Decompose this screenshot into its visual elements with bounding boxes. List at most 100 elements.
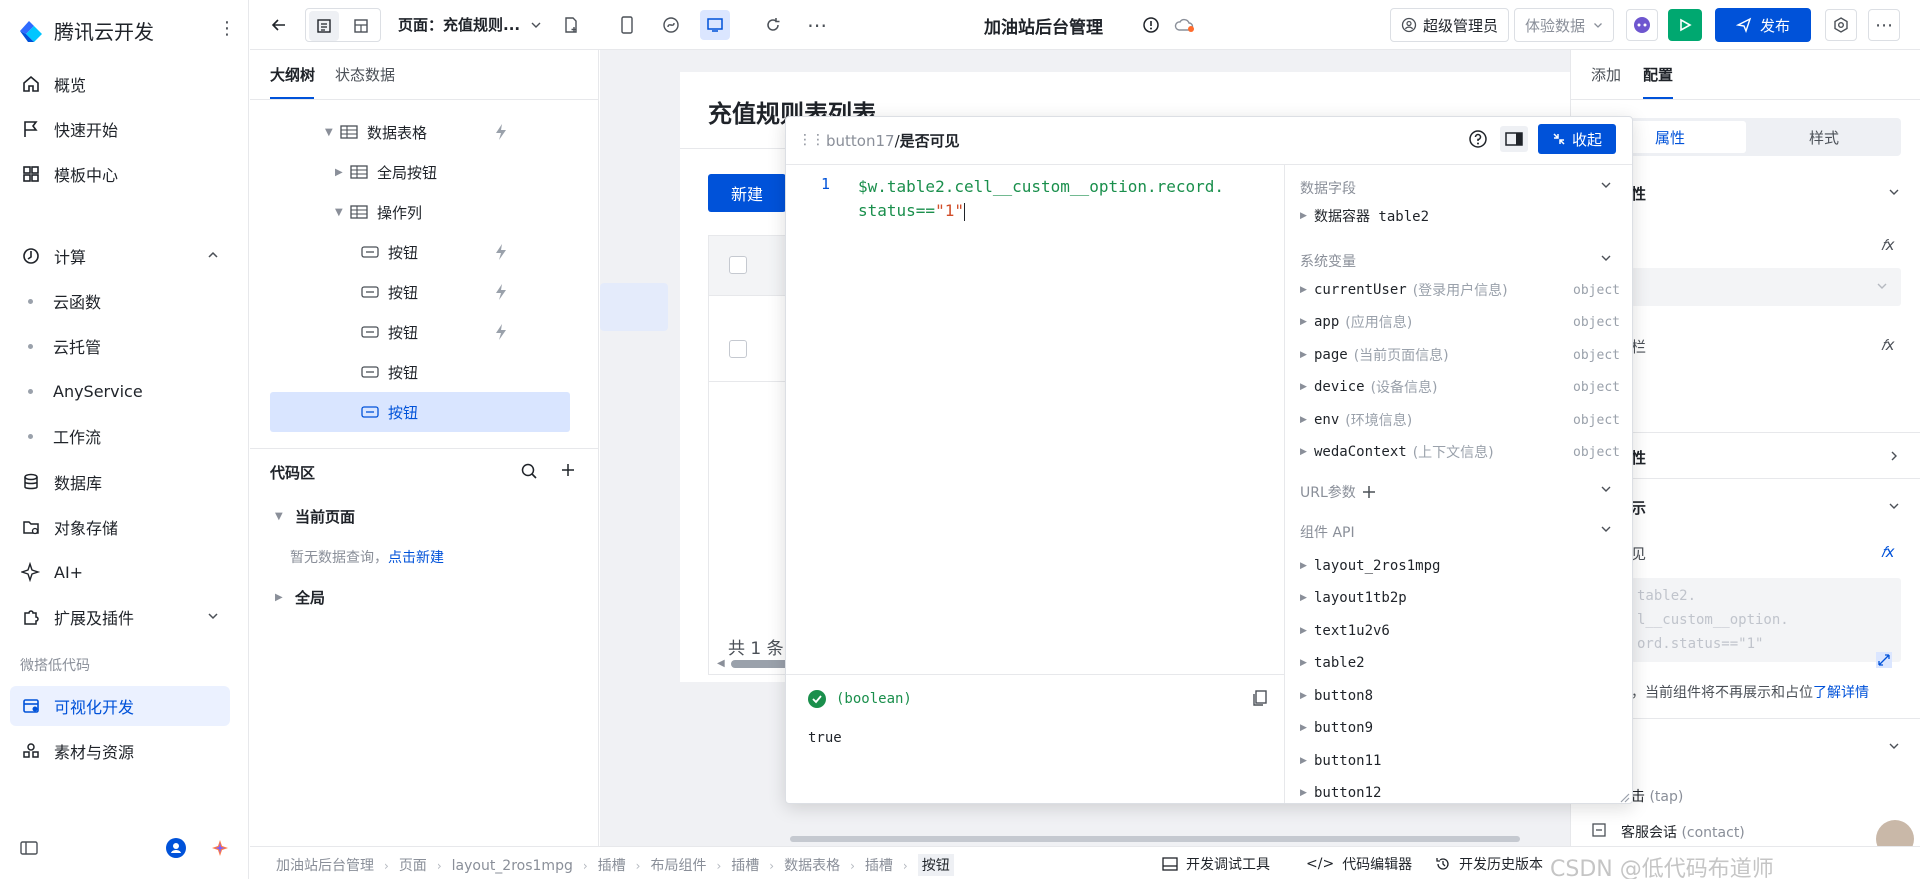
dev-debug-tool[interactable]: 开发调试工具 xyxy=(1162,854,1270,874)
nav-ai[interactable]: AI+ xyxy=(10,552,230,592)
nav-sub-cloud-functions[interactable]: 云函数 xyxy=(28,281,101,321)
breadcrumb-item[interactable]: 插槽 xyxy=(731,855,759,875)
copy-icon[interactable] xyxy=(1251,689,1269,707)
user-avatar-icon[interactable] xyxy=(166,838,186,858)
preview-run-icon[interactable] xyxy=(1668,9,1702,41)
toggle-sidebar-icon[interactable] xyxy=(1500,126,1528,152)
chevron-down-icon[interactable] xyxy=(1600,483,1612,495)
var-device[interactable]: ▶ device (设备信息) object xyxy=(1300,372,1620,402)
page-selector[interactable]: 页面：充值规则... xyxy=(398,14,542,35)
layout-panel-icon[interactable] xyxy=(346,11,376,41)
more-options-icon[interactable]: ⋯ xyxy=(1868,9,1900,41)
info-alert-icon[interactable] xyxy=(1136,10,1166,40)
tree-node-button[interactable]: 按钮 xyxy=(360,313,418,351)
chevron-down-icon[interactable] xyxy=(1600,252,1612,264)
nav-database[interactable]: 数据库 xyxy=(10,462,230,502)
fx-icon[interactable]: 𝑓x xyxy=(1881,543,1895,561)
chevron-right-icon[interactable] xyxy=(1888,450,1900,462)
breadcrumb-item[interactable]: 数据表格 xyxy=(784,855,840,875)
more-vertical-icon[interactable]: ⋮ xyxy=(218,20,236,38)
config-select[interactable] xyxy=(1631,268,1901,306)
canvas-horizontal-scrollbar[interactable] xyxy=(790,836,1520,842)
bolt-icon[interactable] xyxy=(493,243,509,261)
var-page[interactable]: ▶ page (当前页面信息) object xyxy=(1300,340,1620,370)
back-arrow-icon[interactable] xyxy=(264,10,294,40)
var-weda-context[interactable]: ▶ wedaContext (上下文信息) object xyxy=(1300,437,1620,467)
ai-copilot-icon[interactable] xyxy=(1626,9,1658,41)
component-item[interactable]: ▶ layout_2ros1mpg xyxy=(1300,551,1620,581)
nav-assets[interactable]: 素材与资源 xyxy=(10,731,230,771)
component-item[interactable]: ▶ table2 xyxy=(1300,648,1620,678)
nav-storage[interactable]: 对象存储 xyxy=(10,507,230,547)
tree-node-button[interactable]: 按钮 xyxy=(360,353,418,391)
breadcrumb-item[interactable]: 布局组件 xyxy=(650,855,706,875)
breadcrumb-item[interactable]: 插槽 xyxy=(865,855,893,875)
segment-styles[interactable]: 样式 xyxy=(1749,121,1899,153)
scroll-left-icon[interactable]: ◀ xyxy=(717,658,725,669)
breadcrumb-item[interactable]: layout_2ros1mpg xyxy=(452,858,573,874)
select-all-checkbox[interactable] xyxy=(729,256,747,274)
chevron-down-icon[interactable] xyxy=(1888,500,1900,512)
ai-assistant-icon[interactable] xyxy=(210,838,230,858)
fx-icon[interactable]: 𝑓x xyxy=(1881,236,1895,254)
help-icon[interactable] xyxy=(1468,129,1488,149)
search-icon[interactable] xyxy=(520,462,538,480)
drag-handle-icon[interactable]: ⋮⋮ xyxy=(798,132,825,148)
tab-outline[interactable]: 大纲树 xyxy=(270,64,315,85)
code-editor[interactable]: 1 $w.table2.cell__custom__option.record.… xyxy=(786,165,1284,674)
component-item[interactable]: ▶ button11 xyxy=(1300,746,1620,776)
resize-handle-icon[interactable] xyxy=(1618,791,1630,803)
nav-sub-cloud-hosting[interactable]: 云托管 xyxy=(28,326,101,366)
chevron-down-icon[interactable] xyxy=(1888,186,1900,198)
tab-config[interactable]: 配置 xyxy=(1643,64,1673,85)
more-horizontal-icon[interactable]: ⋯ xyxy=(802,10,832,40)
fx-icon[interactable]: 𝑓x xyxy=(1881,336,1895,354)
chevron-down-icon[interactable] xyxy=(1888,740,1900,752)
expand-editor-icon[interactable] xyxy=(1875,651,1893,669)
breadcrumb-item[interactable]: 加油站后台管理 xyxy=(276,855,374,875)
learn-more-link[interactable]: 了解详情 xyxy=(1813,685,1869,701)
component-item[interactable]: ▶ button9 xyxy=(1300,713,1620,743)
refresh-icon[interactable] xyxy=(758,10,788,40)
cloud-sync-icon[interactable] xyxy=(1170,10,1200,40)
bolt-icon[interactable] xyxy=(493,283,509,301)
tree-node-data-table[interactable]: ▼ 数据表格 xyxy=(325,113,427,151)
nav-extensions[interactable]: 扩展及插件 xyxy=(10,597,230,637)
global-group[interactable]: ▶ 全局 xyxy=(275,587,325,608)
visibility-expression-preview[interactable]: table2. l__custom__option. ord.status=="… xyxy=(1631,578,1901,662)
tree-node-button[interactable]: 按钮 xyxy=(360,273,418,311)
create-query-link[interactable]: 点击新建 xyxy=(388,550,444,566)
data-mode-select[interactable]: 体验数据 xyxy=(1514,8,1615,42)
new-record-button[interactable]: 新建 xyxy=(708,174,786,212)
row-checkbox[interactable] xyxy=(729,340,747,358)
nav-compute[interactable]: 计算 xyxy=(10,236,230,276)
collapse-sidebar-icon[interactable] xyxy=(20,840,38,856)
bolt-icon[interactable] xyxy=(493,123,509,141)
var-current-user[interactable]: ▶ currentUser (登录用户信息) object xyxy=(1300,275,1620,305)
nav-sub-workflow[interactable]: 工作流 xyxy=(28,416,101,456)
tree-node-action-column[interactable]: ▼ 操作列 xyxy=(335,193,422,231)
nav-quickstart[interactable]: 快速开始 xyxy=(10,109,230,149)
breadcrumb-item[interactable]: 页面 xyxy=(399,855,427,875)
brand[interactable]: 腾讯云开发 xyxy=(16,16,154,45)
chevron-down-icon[interactable] xyxy=(1600,179,1612,191)
breadcrumb-current[interactable]: 按钮 xyxy=(917,854,954,876)
code-editor-tool[interactable]: </> 代码编辑器 xyxy=(1306,854,1412,874)
miniprogram-view-icon[interactable] xyxy=(656,10,686,40)
outline-panel-icon[interactable] xyxy=(309,11,339,41)
settings-gear-icon[interactable] xyxy=(1825,9,1857,41)
collapse-button[interactable]: 收起 xyxy=(1538,124,1616,154)
component-item[interactable]: ▶ button12 xyxy=(1300,778,1620,803)
add-icon[interactable] xyxy=(560,462,576,478)
desktop-view-icon[interactable] xyxy=(700,10,730,40)
component-item[interactable]: ▶ text1u2v6 xyxy=(1300,616,1620,646)
current-page-group[interactable]: ▼ 当前页面 xyxy=(275,506,355,527)
mobile-view-icon[interactable] xyxy=(612,10,642,40)
publish-button[interactable]: 发布 xyxy=(1715,8,1811,42)
var-env[interactable]: ▶ env (环境信息) object xyxy=(1300,405,1620,435)
nav-overview[interactable]: 概览 xyxy=(10,64,230,104)
nav-visual-dev[interactable]: 可视化开发 xyxy=(10,686,230,726)
role-selector[interactable]: 超级管理员 xyxy=(1390,8,1510,42)
tab-state-data[interactable]: 状态数据 xyxy=(335,64,395,85)
event-contact[interactable]: 客服会话 (contact) xyxy=(1621,822,1745,842)
